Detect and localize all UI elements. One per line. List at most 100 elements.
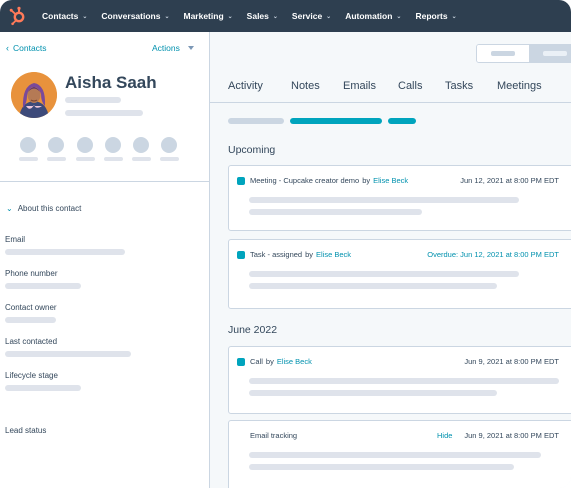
card-header: Task - assigned by Elise Beck — [237, 250, 351, 259]
nav-marketing-label: Marketing — [183, 11, 224, 21]
card-owner-link[interactable]: Elise Beck — [316, 250, 351, 259]
nav-contacts-label: Contacts — [42, 11, 79, 21]
activity-card-call[interactable]: Call by Elise Beck Jun 9, 2021 at 8:00 P… — [228, 346, 571, 414]
nav-marketing[interactable]: Marketing ⌄ — [183, 11, 232, 21]
placeholder-line — [104, 157, 123, 161]
contact-name: Aisha Saah — [65, 73, 157, 92]
caret-down-icon — [187, 46, 194, 50]
placeholder-line — [65, 97, 121, 103]
filter-pill-active[interactable] — [290, 118, 382, 124]
card-overdue-date: Overdue: Jun 12, 2021 at 8:00 PM EDT — [427, 250, 559, 259]
chevron-down-icon: ⌄ — [227, 13, 233, 20]
tab-meetings[interactable]: Meetings — [497, 80, 542, 92]
card-date: Jun 9, 2021 at 8:00 PM EDT — [464, 357, 559, 366]
quick-action-button[interactable] — [48, 137, 64, 153]
nav-automation[interactable]: Automation ⌄ — [345, 11, 401, 21]
placeholder-line — [249, 378, 559, 384]
card-by: by — [265, 357, 274, 366]
nav-reports[interactable]: Reports ⌄ — [415, 11, 456, 21]
chevron-down-icon: ⌄ — [164, 13, 170, 20]
tab-emails[interactable]: Emails — [343, 80, 376, 92]
avatar[interactable] — [11, 72, 57, 118]
field-label-lead-status: Lead status — [5, 426, 47, 435]
task-icon — [237, 250, 245, 259]
tab-activity[interactable]: Activity — [228, 80, 263, 92]
activity-card-meeting[interactable]: Meeting - Cupcake creator demo by Elise … — [228, 165, 571, 231]
nav-sales[interactable]: Sales ⌄ — [247, 11, 278, 21]
nav-sales-label: Sales — [246, 11, 269, 21]
card-header: Meeting - Cupcake creator demo by Elise … — [237, 176, 408, 185]
hide-link[interactable]: Hide — [437, 431, 452, 440]
top-navigation: Contacts ⌄ Conversations ⌄ Marketing ⌄ Sale… — [0, 0, 571, 32]
divider — [0, 181, 209, 182]
chevron-down-icon: ⌄ — [6, 204, 13, 213]
card-owner-link[interactable]: Elise Beck — [373, 176, 408, 185]
month-section-title: June 2022 — [228, 324, 278, 336]
chevron-left-icon: ‹ — [6, 43, 9, 53]
call-icon — [237, 357, 245, 366]
placeholder-line — [76, 157, 95, 161]
tab-notes[interactable]: Notes — [291, 80, 320, 92]
quick-action-button[interactable] — [105, 137, 121, 153]
last-contacted-value-placeholder — [5, 351, 131, 357]
card-date: Jun 12, 2021 at 8:00 PM EDT — [460, 176, 559, 185]
placeholder-line — [249, 283, 497, 289]
avatar-portrait-icon — [11, 72, 57, 118]
meeting-icon — [237, 176, 245, 185]
main-panel: Activity Notes Emails Calls Tasks Meetin… — [210, 32, 571, 488]
nav-reports-label: Reports — [415, 11, 448, 21]
placeholder-line — [543, 51, 567, 56]
placeholder-line — [249, 390, 497, 396]
nav-service-label: Service — [291, 11, 323, 21]
nav-conversations-label: Conversations — [101, 11, 161, 21]
field-label-last-contacted: Last contacted — [5, 337, 58, 346]
owner-value-placeholder[interactable] — [5, 317, 56, 323]
placeholder-line — [249, 271, 519, 277]
card-by: by — [362, 176, 371, 185]
placeholder-line — [19, 157, 38, 161]
app-frame: Contacts ⌄ Conversations ⌄ Marketing ⌄ Sale… — [0, 0, 571, 488]
placeholder-line — [491, 51, 515, 56]
hubspot-logo-icon[interactable] — [8, 6, 28, 26]
placeholder-line — [160, 157, 179, 161]
quick-action-button[interactable] — [161, 137, 177, 153]
nav-automation-label: Automation — [345, 11, 393, 21]
filter-pill-active[interactable] — [388, 118, 416, 124]
actions-dropdown[interactable]: Actions — [152, 43, 194, 53]
back-link-label: Contacts — [13, 43, 47, 53]
placeholder-line — [65, 110, 143, 116]
placeholder-line — [249, 452, 541, 458]
card-owner-link[interactable]: Elise Beck — [277, 357, 312, 366]
card-type: Call — [250, 357, 263, 366]
card-type: Task - assigned — [250, 250, 303, 259]
upcoming-section-title: Upcoming — [228, 144, 276, 156]
quick-action-button[interactable] — [133, 137, 149, 153]
activity-card-task[interactable]: Task - assigned by Elise Beck Overdue: J… — [228, 239, 571, 309]
chevron-down-icon: ⌄ — [396, 13, 402, 20]
tab-tasks[interactable]: Tasks — [445, 80, 473, 92]
field-label-email: Email — [5, 235, 26, 244]
chevron-down-icon: ⌄ — [451, 13, 457, 20]
nav-contacts[interactable]: Contacts ⌄ — [42, 11, 87, 21]
back-to-contacts-link[interactable]: ‹ Contacts — [6, 43, 47, 53]
filter-pill[interactable] — [228, 118, 284, 124]
nav-service[interactable]: Service ⌄ — [292, 11, 331, 21]
tab-calls[interactable]: Calls — [398, 80, 422, 92]
nav-conversations[interactable]: Conversations ⌄ — [101, 11, 169, 21]
view-toggle[interactable] — [476, 44, 571, 63]
placeholder-line — [249, 209, 422, 215]
chevron-down-icon: ⌄ — [326, 13, 332, 20]
quick-action-button[interactable] — [77, 137, 93, 153]
about-section-toggle[interactable]: ⌄ About this contact — [6, 204, 81, 213]
card-type: Meeting - Cupcake creator demo — [250, 176, 360, 185]
email-value-placeholder[interactable] — [5, 249, 125, 255]
field-label-lifecycle: Lifecycle stage — [5, 371, 58, 380]
card-type: Email tracking — [250, 431, 298, 440]
quick-action-button[interactable] — [20, 137, 36, 153]
phone-value-placeholder[interactable] — [5, 283, 81, 289]
placeholder-line — [249, 197, 519, 203]
actions-label: Actions — [152, 43, 180, 53]
chevron-down-icon: ⌄ — [82, 13, 88, 20]
activity-card-email-tracking[interactable]: Email tracking Hide Jun 9, 2021 at 8:00 … — [228, 420, 571, 488]
lifecycle-value-placeholder[interactable] — [5, 385, 81, 391]
